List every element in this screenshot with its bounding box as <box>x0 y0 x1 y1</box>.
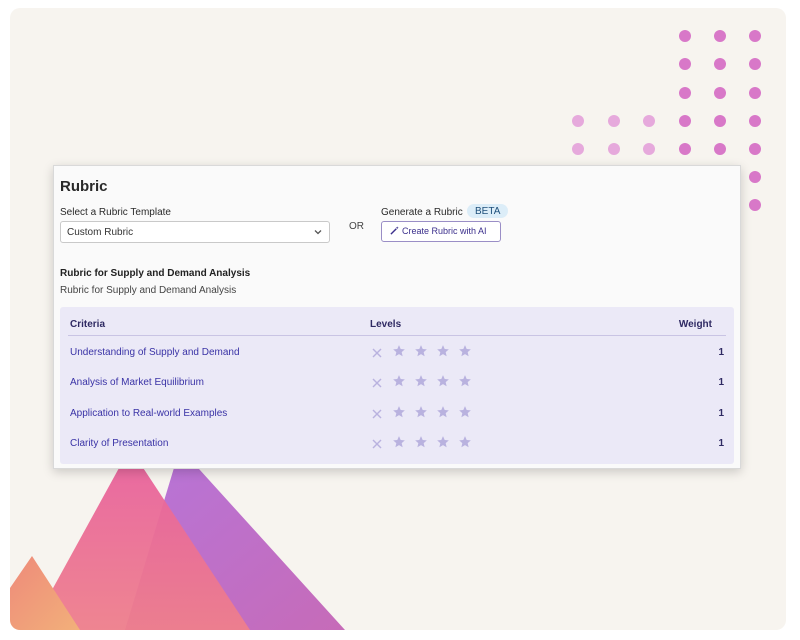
create-rubric-with-ai-button[interactable]: Create Rubric with AI <box>381 221 501 242</box>
star-icon[interactable] <box>436 435 450 454</box>
rubric-description: Rubric for Supply and Demand Analysis <box>60 285 237 296</box>
beta-badge: BETA <box>467 204 509 218</box>
star-icon[interactable] <box>458 435 472 454</box>
generate-rubric-label: Generate a Rubric <box>381 207 463 218</box>
x-icon[interactable] <box>371 376 383 394</box>
x-icon[interactable] <box>371 437 383 455</box>
table-row: Clarity of Presentation 1 <box>60 434 734 454</box>
criteria-name[interactable]: Clarity of Presentation <box>70 438 168 449</box>
template-selected-value: Custom Rubric <box>67 227 134 238</box>
weight-value: 1 <box>718 377 724 388</box>
template-select-label: Select a Rubric Template <box>60 207 171 218</box>
header-divider <box>68 335 726 336</box>
star-icon[interactable] <box>392 435 406 454</box>
star-icon[interactable] <box>458 344 472 363</box>
criteria-name[interactable]: Analysis of Market Equilibrium <box>70 377 204 388</box>
chevron-down-icon <box>313 227 323 240</box>
rubric-template-select[interactable]: Custom Rubric <box>60 221 330 243</box>
star-icon[interactable] <box>392 405 406 424</box>
star-icon[interactable] <box>414 344 428 363</box>
or-divider-text: OR <box>349 221 364 232</box>
weight-value: 1 <box>718 438 724 449</box>
table-row: Understanding of Supply and Demand 1 <box>60 343 734 363</box>
weight-value: 1 <box>718 347 724 358</box>
weight-header: Weight <box>678 319 712 330</box>
star-icon[interactable] <box>414 435 428 454</box>
x-icon[interactable] <box>371 346 383 364</box>
table-row: Analysis of Market Equilibrium 1 <box>60 373 734 393</box>
star-icon[interactable] <box>436 344 450 363</box>
criteria-name[interactable]: Application to Real-world Examples <box>70 408 227 419</box>
weight-value: 1 <box>718 408 724 419</box>
levels-header: Levels <box>370 319 402 330</box>
rubric-table: Criteria Levels Weight Understanding of … <box>60 307 734 464</box>
star-icon[interactable] <box>436 405 450 424</box>
rubric-heading: Rubric <box>60 178 108 195</box>
x-icon[interactable] <box>371 407 383 425</box>
star-icon[interactable] <box>414 405 428 424</box>
star-icon[interactable] <box>458 374 472 393</box>
table-row: Application to Real-world Examples 1 <box>60 404 734 424</box>
star-icon[interactable] <box>458 405 472 424</box>
rubric-card: Rubric Select a Rubric Template Custom R… <box>53 165 741 469</box>
rubric-title: Rubric for Supply and Demand Analysis <box>60 268 251 279</box>
star-icon[interactable] <box>436 374 450 393</box>
star-icon[interactable] <box>414 374 428 393</box>
star-icon[interactable] <box>392 374 406 393</box>
ai-button-label: Create Rubric with AI <box>402 226 487 236</box>
magic-wand-icon <box>390 226 399 235</box>
criteria-name[interactable]: Understanding of Supply and Demand <box>70 347 240 358</box>
star-icon[interactable] <box>392 344 406 363</box>
criteria-header: Criteria <box>70 319 106 330</box>
